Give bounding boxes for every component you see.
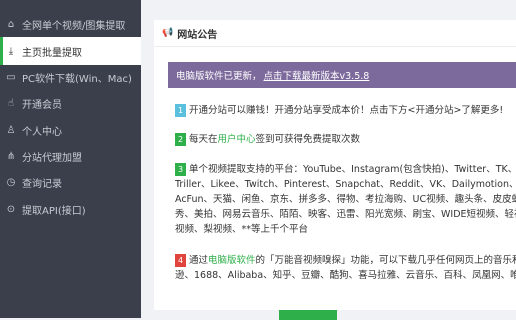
sidebar-item-api[interactable]: ⊙ 提取API(接口) <box>0 195 141 223</box>
sidebar-item-personal-center[interactable]: ♙ 个人中心 <box>0 116 141 144</box>
thumbs-up-icon: ☝ <box>7 97 15 109</box>
megaphone-icon: 📢 <box>162 28 174 38</box>
main-content: 📢 网站公告 电脑版软件已更新， 点击下载最新版本v3.5.8 1 开通分站可以赚… <box>147 0 516 318</box>
user-icon: ♙ <box>6 124 16 136</box>
notice-item-3-line2: Triller、Likee、Twitch、Pinterest、Snapchat、… <box>175 179 516 190</box>
notice-item-text: 开通分站可以赚钱！开通分站享受成本价！点击下方<开通分站>了解更多! <box>189 105 504 116</box>
user-center-link[interactable]: 用户中心 <box>218 134 256 145</box>
sidebar-item-agent[interactable]: ⋔ 分站代理加盟 <box>0 142 141 170</box>
home-icon: ⌂ <box>7 18 15 30</box>
notice-item-3-line3: AcFun、天猫、闲鱼、京东、拼多多、得物、考拉海购、UC视频、趣头条、皮皮虾、 <box>175 194 516 205</box>
sidebar-item-pc-download[interactable]: ▭ PC软件下载(Win、Mac) <box>0 63 141 91</box>
notice-item-text: 签到可获得免费提取次数 <box>255 134 361 145</box>
notice-item-text: 的「万能音视频嗅探」功能，可以下载几乎任何网页上的音乐和视频 <box>255 255 516 266</box>
notice-item-3-line5: 视频、梨视频、**等上千个平台 <box>175 224 309 235</box>
notice-item-3: 3 单个视频提取支持的平台：YouTube、Instagram(包含快拍)、Twi… <box>175 163 516 177</box>
number-badge: 2 <box>175 133 186 146</box>
sidebar-item-membership[interactable]: ☝ 开通会员 <box>0 89 141 117</box>
panel-header: 📢 网站公告 <box>154 20 516 47</box>
sidebar-item-label: 全网单个视频/图集提取 <box>22 20 126 32</box>
share-icon: ⋔ <box>6 150 16 162</box>
notice-item-4-line2: 逊、1688、Alibaba、知乎、豆瓣、酷狗、喜马拉雅、云音乐、百科、凤凰网、… <box>175 270 516 281</box>
notice-text: 电脑版软件已更新， <box>176 71 262 82</box>
api-icon: ⊙ <box>6 203 16 215</box>
notice-item-1: 1 开通分站可以赚钱！开通分站享受成本价！点击下方<开通分站>了解更多! <box>175 104 503 118</box>
notice-item-text: 通过 <box>189 255 209 266</box>
notice-item-4: 4 通过电脑版软件的「万能音视频嗅探」功能，可以下载几乎任何网页上的音乐和视频 <box>175 254 516 268</box>
pc-software-link[interactable]: 电脑版软件 <box>208 255 256 266</box>
sidebar: ⌂ 全网单个视频/图集提取 ⤓ 主页批量提取 ▭ PC软件下载(Win、Mac)… <box>0 0 141 318</box>
announcement-panel: 📢 网站公告 电脑版软件已更新， 点击下载最新版本v3.5.8 1 开通分站可以赚… <box>154 20 516 310</box>
number-badge: 3 <box>175 163 186 176</box>
number-badge: 4 <box>175 254 186 267</box>
number-badge: 1 <box>175 104 186 117</box>
open-substation-button[interactable] <box>279 310 337 320</box>
download-icon: ⤓ <box>8 45 14 57</box>
notice-item-2: 2 每天在用户中心签到可获得免费提取次数 <box>175 133 360 147</box>
sidebar-item-label: 提取API(接口) <box>22 205 86 217</box>
clock-icon: ◷ <box>6 176 16 188</box>
notice-item-text: 单个视频提取支持的平台：YouTube、Instagram(包含快拍)、Twit… <box>189 164 516 175</box>
monitor-icon: ▭ <box>6 71 16 83</box>
sidebar-item-history[interactable]: ◷ 查询记录 <box>0 168 141 196</box>
panel-title: 网站公告 <box>177 29 218 41</box>
sidebar-item-batch-extract[interactable]: ⤓ 主页批量提取 <box>0 37 141 65</box>
download-latest-link[interactable]: 点击下载最新版本v3.5.8 <box>264 68 370 82</box>
sidebar-item-label: PC软件下载(Win、Mac) <box>22 73 132 85</box>
sidebar-item-label: 查询记录 <box>22 178 62 190</box>
sidebar-item-single-extract[interactable]: ⌂ 全网单个视频/图集提取 <box>0 10 141 38</box>
sidebar-item-label: 主页批量提取 <box>22 47 82 59</box>
notice-item-3-line4: 秀、美拍、网易云音乐、陌陌、映客、迅雷、阳光宽频、刷宝、WIDE短视频、轻视频 <box>175 209 516 220</box>
sidebar-item-label: 个人中心 <box>22 126 62 138</box>
sidebar-item-label: 开通会员 <box>22 99 62 111</box>
update-notice: 电脑版软件已更新， 点击下载最新版本v3.5.8 <box>168 62 516 88</box>
sidebar-item-label: 分站代理加盟 <box>22 152 82 164</box>
notice-item-text: 每天在 <box>189 134 218 145</box>
